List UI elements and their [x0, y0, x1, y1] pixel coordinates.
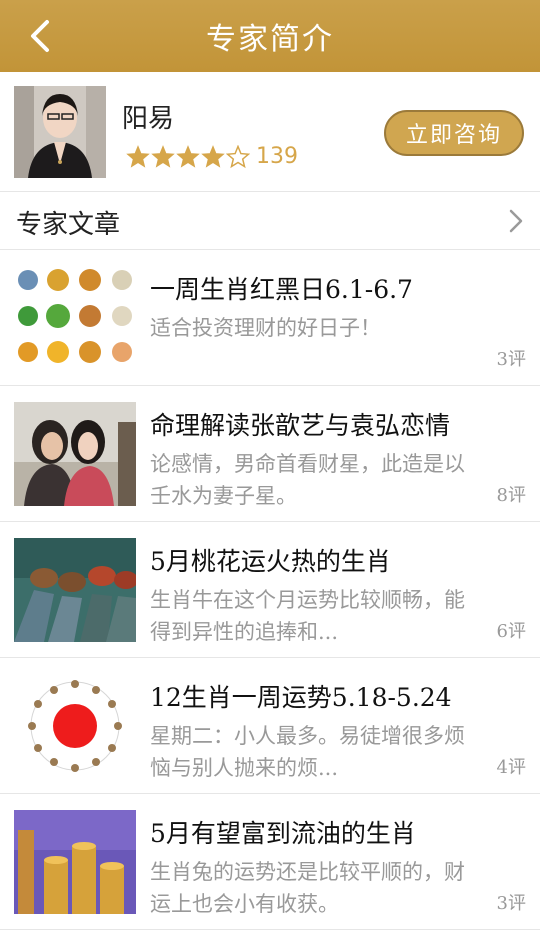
chevron-right-icon [509, 209, 523, 233]
article-title: 命理解读张歆艺与袁弘恋情 [150, 411, 451, 440]
article-summary: 生肖牛在这个月运势比较顺畅，能得到异性的追捧和... [150, 588, 465, 644]
article-summary: 生肖兔的运势还是比较平顺的，财运上也会小有收获。 [150, 860, 465, 916]
star-filled-icon [176, 144, 200, 168]
article-item[interactable]: 一周生肖红黑日6.1-6.7 适合投资理财的好日子！ 3评 [0, 250, 540, 386]
comment-count: 8评 [496, 485, 526, 506]
star-filled-icon [126, 144, 150, 168]
article-item[interactable]: 命理解读张歆艺与袁弘恋情 论感情，男命首看财星，此造是以壬水为妻子星。 8评 [0, 386, 540, 522]
article-item[interactable]: 5月桃花运火热的生肖 生肖牛在这个月运势比较顺畅，能得到异性的追捧和... 6评 [0, 522, 540, 658]
expert-articles-header[interactable]: 专家文章 [0, 192, 540, 250]
rating-stars [126, 144, 250, 169]
comment-count: 3评 [496, 349, 526, 370]
comment-count: 3评 [496, 893, 526, 914]
navigation-bar: 专家简介 [0, 0, 540, 72]
comment-count: 6评 [496, 621, 526, 642]
rating-count: 139 [256, 144, 298, 169]
page-title: 专家简介 [206, 22, 334, 57]
article-title: 5月桃花运火热的生肖 [150, 547, 391, 576]
article-thumbnail [14, 674, 136, 778]
article-thumbnail [14, 402, 136, 506]
article-title: 5月有望富到流油的生肖 [150, 819, 416, 848]
star-filled-icon [151, 144, 175, 168]
expert-name: 阳易 [122, 104, 175, 134]
star-empty-icon [226, 144, 250, 168]
article-item[interactable]: 12生肖一周运势5.18-5.24 星期二：小人最多。易徒增很多烦恼与别人抛来的… [0, 658, 540, 794]
article-thumbnail [14, 266, 136, 370]
expert-profile: 阳易 139 立即咨询 [0, 72, 540, 192]
expert-rating: 139 [126, 144, 298, 169]
article-title: 一周生肖红黑日6.1-6.7 [150, 275, 413, 304]
comment-count: 4评 [496, 757, 526, 778]
star-filled-icon [201, 144, 225, 168]
article-summary: 论感情，男命首看财星，此造是以壬水为妻子星。 [150, 452, 465, 508]
article-thumbnail [14, 538, 136, 642]
avatar-image [14, 86, 106, 178]
zodiac-wheel-image [14, 674, 136, 778]
consult-now-button[interactable]: 立即咨询 [384, 110, 524, 156]
article-summary: 适合投资理财的好日子！ [150, 316, 381, 340]
coins-photo-image [14, 810, 136, 914]
zodiac-grid-image [14, 266, 136, 370]
article-item[interactable]: 5月有望富到流油的生肖 生肖兔的运势还是比较平顺的，财运上也会小有收获。 3评 [0, 794, 540, 930]
article-summary: 星期二：小人最多。易徒增很多烦恼与别人抛来的烦... [150, 724, 465, 780]
article-list: 一周生肖红黑日6.1-6.7 适合投资理财的好日子！ 3评 命理解读张歆艺与袁弘… [0, 250, 540, 930]
back-button[interactable] [22, 18, 58, 54]
article-title: 12生肖一周运势5.18-5.24 [150, 683, 452, 712]
shoes-photo-image [14, 538, 136, 642]
article-thumbnail [14, 810, 136, 914]
section-title: 专家文章 [16, 210, 121, 240]
couple-photo-image [14, 402, 136, 506]
chevron-left-icon [31, 20, 49, 52]
expert-avatar[interactable] [14, 86, 106, 178]
